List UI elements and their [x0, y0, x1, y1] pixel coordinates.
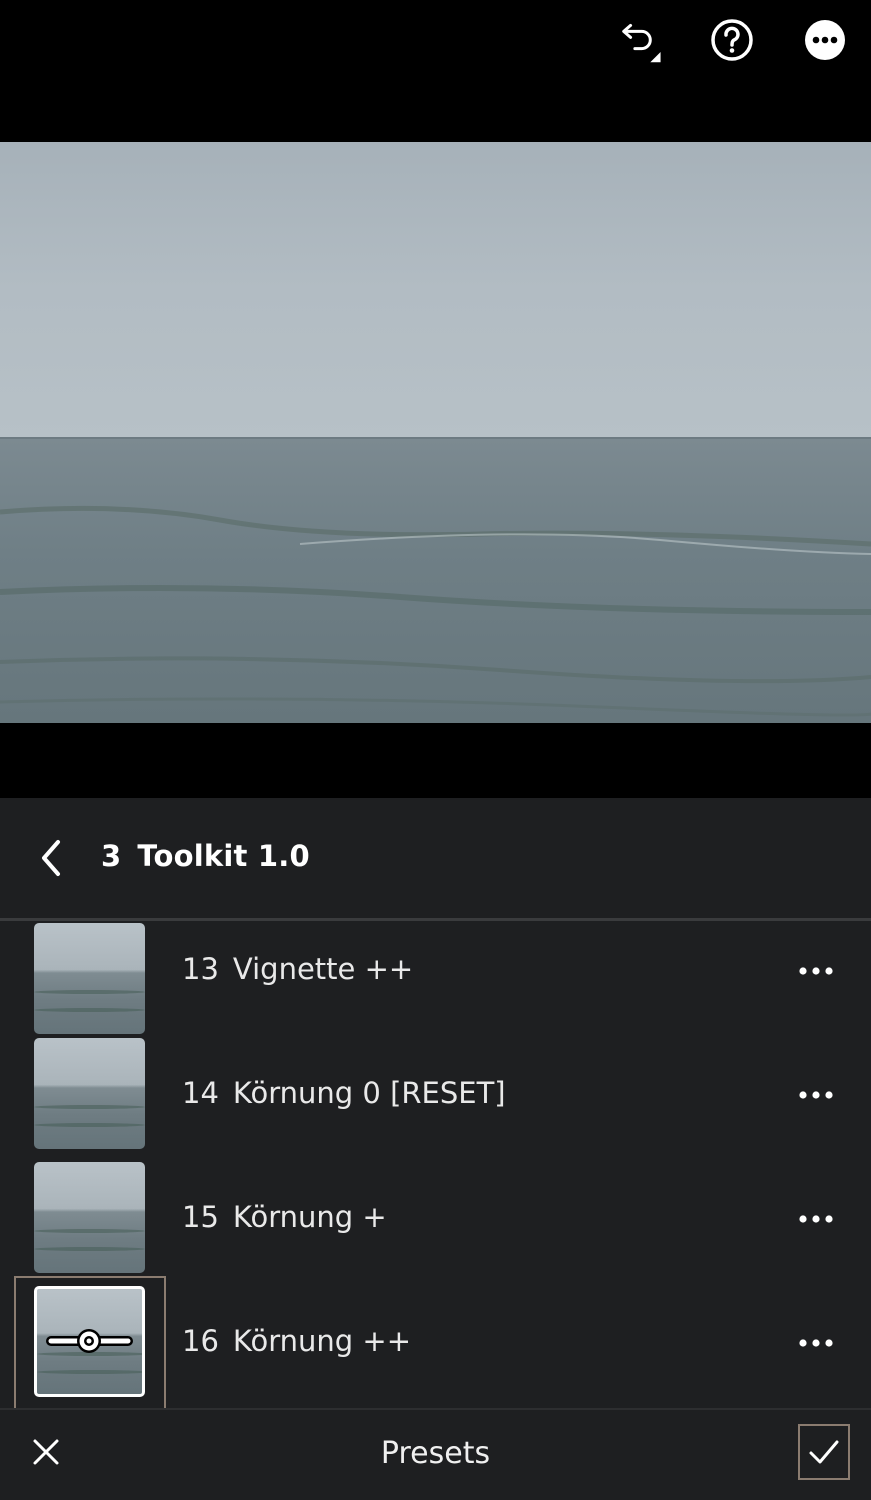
- help-icon[interactable]: [708, 16, 756, 64]
- preset-item[interactable]: 14 Körnung 0 [RESET]: [0, 1030, 871, 1154]
- preset-name: Körnung 0 [RESET]: [232, 1076, 506, 1110]
- preset-name: Vignette ++: [232, 952, 414, 986]
- photo-gap: [0, 723, 871, 798]
- preset-number: 16: [182, 1324, 219, 1358]
- preset-group-title: 3 Toolkit 1.0: [101, 839, 310, 873]
- top-toolbar: [0, 0, 871, 142]
- bottom-bar-title: Presets: [380, 1436, 491, 1471]
- preset-thumbnail: [34, 1286, 145, 1397]
- undo-icon[interactable]: [616, 16, 664, 64]
- preset-number: 13: [182, 952, 219, 986]
- preset-label: 16 Körnung ++: [182, 1324, 411, 1358]
- preset-thumbnail: [34, 1162, 145, 1273]
- preset-label: 13 Vignette ++: [182, 952, 413, 986]
- preset-list: 13 Vignette ++ 14 Körnung 0 [RESET] 15 Körn…: [0, 921, 871, 1408]
- preset-item[interactable]: 15 Körnung +: [0, 1154, 871, 1278]
- preset-number: 15: [182, 1200, 219, 1234]
- preset-number: 14: [182, 1076, 219, 1110]
- preset-label: 14 Körnung 0 [RESET]: [182, 1076, 506, 1110]
- preset-label: 15 Körnung +: [182, 1200, 387, 1234]
- preset-more-icon[interactable]: [794, 956, 838, 986]
- preset-more-icon[interactable]: [794, 1328, 838, 1358]
- preset-more-icon[interactable]: [794, 1080, 838, 1110]
- preset-group-number: 3: [101, 839, 122, 873]
- preset-group-name: Toolkit 1.0: [137, 839, 310, 873]
- bottom-bar: Presets: [0, 1410, 871, 1500]
- preset-thumbnail: [34, 923, 145, 1034]
- preset-more-icon[interactable]: [794, 1204, 838, 1234]
- confirm-button[interactable]: [798, 1424, 850, 1480]
- adjust-slider-icon: [46, 1329, 133, 1353]
- photo-preview[interactable]: [0, 142, 871, 723]
- back-button[interactable]: [30, 836, 74, 880]
- preset-name: Körnung ++: [232, 1324, 411, 1358]
- preset-name: Körnung +: [232, 1200, 387, 1234]
- chevron-left-icon: [42, 840, 60, 876]
- panel-header: 3 Toolkit 1.0: [0, 798, 871, 918]
- checkmark-icon: [809, 1440, 839, 1464]
- preset-item[interactable]: 13 Vignette ++: [0, 921, 871, 1034]
- preset-thumbnail: [34, 1038, 145, 1149]
- presets-panel: 3 Toolkit 1.0 13 Vignette ++ 14 Körnung 0 […: [0, 798, 871, 1500]
- preset-item-selected[interactable]: 16 Körnung ++: [0, 1276, 871, 1408]
- more-options-icon[interactable]: [801, 16, 849, 64]
